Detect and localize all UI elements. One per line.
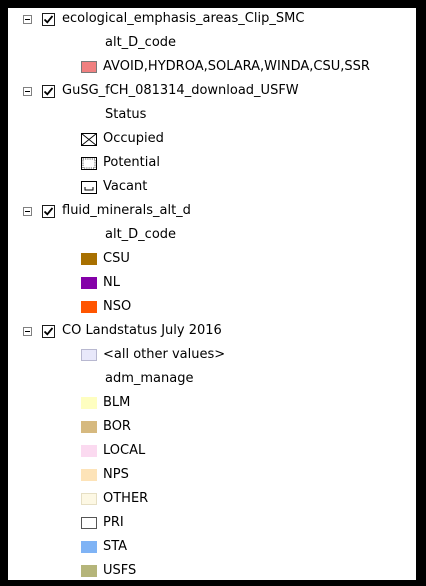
- layer-visibility-checkbox[interactable]: [42, 325, 55, 338]
- layer-name[interactable]: fluid_minerals_alt_d: [62, 203, 191, 218]
- checkmark-icon: [43, 87, 54, 96]
- legend-field-row: Status: [8, 104, 416, 128]
- layer-name[interactable]: ecological_emphasis_areas_Clip_SMC: [62, 11, 304, 26]
- layer-visibility-checkbox[interactable]: [42, 205, 55, 218]
- legend-label: Vacant: [103, 179, 148, 194]
- legend-swatch: [81, 445, 97, 457]
- legend-swatch: [81, 493, 97, 505]
- layer-header[interactable]: GuSG_fCH_081314_download_USFW: [8, 80, 416, 104]
- legend-swatch: [81, 397, 97, 409]
- legend-item[interactable]: Potential: [8, 152, 416, 176]
- legend-label: USFS: [103, 563, 137, 578]
- legend-swatch: [81, 469, 97, 481]
- bracket-box-icon: [81, 181, 97, 194]
- legend-item[interactable]: <all other values>: [8, 344, 416, 368]
- dotted-box-icon: [81, 157, 97, 170]
- crossed-box-icon: [81, 133, 97, 146]
- legend-item[interactable]: NPS: [8, 464, 416, 488]
- legend-swatch: [81, 349, 97, 361]
- checkmark-icon: [43, 207, 54, 216]
- legend-item[interactable]: NL: [8, 272, 416, 296]
- legend-item[interactable]: AVOID,HYDROA,SOLARA,WINDA,CSU,SSR: [8, 56, 416, 80]
- legend-swatch: [81, 517, 97, 529]
- legend-label: STA: [103, 539, 128, 554]
- legend-field-row: alt_D_code: [8, 32, 416, 56]
- legend-item[interactable]: Occupied: [8, 128, 416, 152]
- legend-swatch: [81, 277, 97, 289]
- collapse-icon[interactable]: [23, 207, 32, 216]
- layer-fluid-minerals: fluid_minerals_alt_d alt_D_code CSU NL N…: [8, 200, 416, 320]
- legend-item[interactable]: NSO: [8, 296, 416, 320]
- legend-item[interactable]: BLM: [8, 392, 416, 416]
- legend-swatch: [81, 301, 97, 313]
- legend-swatch: [81, 253, 97, 265]
- legend-item[interactable]: BOR: [8, 416, 416, 440]
- collapse-icon[interactable]: [23, 327, 32, 336]
- legend-field-name: adm_manage: [105, 371, 194, 386]
- layer-name[interactable]: CO Landstatus July 2016: [62, 323, 222, 338]
- legend-label: <all other values>: [103, 347, 226, 362]
- legend-label: OTHER: [103, 491, 149, 506]
- legend-field-row: alt_D_code: [8, 224, 416, 248]
- collapse-icon[interactable]: [23, 15, 32, 24]
- legend-label: AVOID,HYDROA,SOLARA,WINDA,CSU,SSR: [103, 59, 370, 74]
- legend-item[interactable]: Vacant: [8, 176, 416, 200]
- legend-field-name: alt_D_code: [105, 35, 177, 50]
- legend-item[interactable]: PRI: [8, 512, 416, 536]
- legend-label: CSU: [103, 251, 130, 266]
- layer-header[interactable]: ecological_emphasis_areas_Clip_SMC: [8, 8, 416, 32]
- legend-swatch: [81, 61, 97, 73]
- layer-visibility-checkbox[interactable]: [42, 13, 55, 26]
- layer-name[interactable]: GuSG_fCH_081314_download_USFW: [62, 83, 299, 98]
- legend-label: Occupied: [103, 131, 164, 146]
- legend-item[interactable]: USFS: [8, 560, 416, 580]
- checkmark-icon: [43, 15, 54, 24]
- legend-label: Potential: [103, 155, 160, 170]
- legend-field-name: Status: [105, 107, 147, 122]
- layer-ecological-emphasis: ecological_emphasis_areas_Clip_SMC alt_D…: [8, 8, 416, 80]
- layer-gusg-critical-habitat: GuSG_fCH_081314_download_USFW Status Occ…: [8, 80, 416, 200]
- table-of-contents: ecological_emphasis_areas_Clip_SMC alt_D…: [8, 8, 416, 580]
- legend-label: BLM: [103, 395, 131, 410]
- legend-label: NPS: [103, 467, 129, 482]
- legend-item[interactable]: OTHER: [8, 488, 416, 512]
- legend-swatch: [81, 565, 97, 577]
- legend-label: NSO: [103, 299, 132, 314]
- checkmark-icon: [43, 327, 54, 336]
- legend-label: BOR: [103, 419, 131, 434]
- legend-item[interactable]: LOCAL: [8, 440, 416, 464]
- legend-label: PRI: [103, 515, 124, 530]
- legend-item[interactable]: CSU: [8, 248, 416, 272]
- layer-header[interactable]: CO Landstatus July 2016: [8, 320, 416, 344]
- legend-item[interactable]: STA: [8, 536, 416, 560]
- legend-label: LOCAL: [103, 443, 146, 458]
- legend-label: NL: [103, 275, 120, 290]
- legend-field-name: alt_D_code: [105, 227, 177, 242]
- legend-swatch: [81, 541, 97, 553]
- legend-field-row: adm_manage: [8, 368, 416, 392]
- layer-co-landstatus: CO Landstatus July 2016 <all other value…: [8, 320, 416, 580]
- collapse-icon[interactable]: [23, 87, 32, 96]
- legend-swatch: [81, 421, 97, 433]
- layer-visibility-checkbox[interactable]: [42, 85, 55, 98]
- layer-header[interactable]: fluid_minerals_alt_d: [8, 200, 416, 224]
